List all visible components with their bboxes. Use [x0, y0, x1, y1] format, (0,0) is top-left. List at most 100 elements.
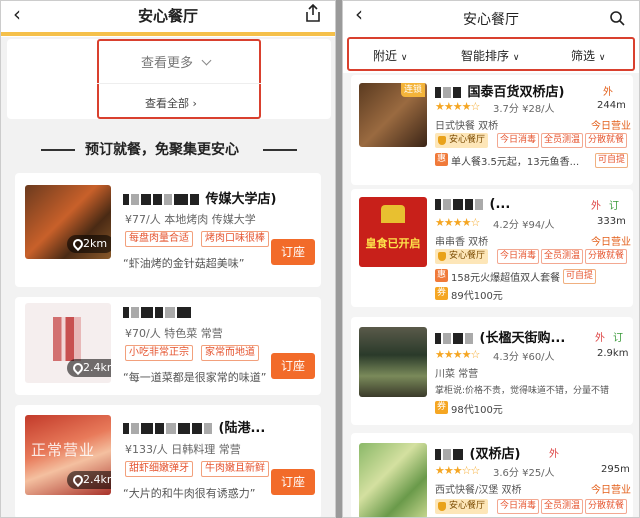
- rating-text: 4.3分 ¥60/人: [493, 352, 555, 363]
- share-icon[interactable]: [305, 3, 321, 26]
- restaurant-card[interactable]: 2km 传媒大学店) ¥77/人 本地烤肉 传媒大学 每盘肉量合适 烤肉口味很棒…: [15, 173, 321, 287]
- restaurant-photo: 皇食已开启: [359, 197, 427, 267]
- restaurant-meta: ¥70/人 特色菜 常营: [125, 327, 223, 340]
- view-more-button[interactable]: 查看更多: [141, 52, 212, 71]
- star-rating: ★★★★☆: [435, 216, 480, 229]
- chevron-down-icon: ∨: [512, 53, 520, 63]
- book-button[interactable]: 订座: [271, 469, 315, 495]
- restaurant-photo: 2.4km: [25, 303, 111, 383]
- restaurant-name: 国泰百货双桥店): [435, 81, 564, 100]
- takeout-tag: 外: [603, 87, 613, 98]
- chip: 今日消毒: [497, 499, 540, 514]
- chevron-down-icon: [201, 55, 212, 66]
- restaurant-name: (双桥店): [435, 443, 520, 462]
- photo-overlay-text: 皇食已开启: [365, 237, 421, 250]
- chip: 全员测温: [541, 499, 584, 514]
- view-all-label: 查看全部: [145, 97, 189, 110]
- discount-icon: 惠: [435, 153, 448, 166]
- safe-restaurant-badge: 安心餐厅: [435, 499, 489, 514]
- restaurant-card[interactable]: 正常营业 2.4km (陆港... ¥133/人 日韩料理 常营 甜虾细嫩弹牙 …: [15, 405, 321, 517]
- restaurant-name: [123, 305, 193, 320]
- book-button[interactable]: 订座: [271, 353, 315, 379]
- takeout-tag: 外: [549, 449, 559, 460]
- booking-tag: 订: [609, 201, 619, 212]
- booking-tag: 订: [613, 333, 623, 344]
- header-accent: [1, 32, 335, 36]
- review-quote: “虾油烤的金针菇超美味”: [123, 257, 245, 270]
- rating-text: 4.2分 ¥94/人: [493, 220, 555, 231]
- page-title: 安心餐厅: [463, 12, 519, 28]
- distance-badge: 2.4km: [67, 359, 111, 377]
- chip: 分散就餐: [585, 249, 628, 264]
- safe-restaurant-badge: 安心餐厅: [435, 249, 489, 264]
- filter-screen[interactable]: 筛选 ∨: [571, 47, 605, 64]
- open-status: 今日营业: [591, 121, 631, 132]
- restaurant-meta: ¥77/人 本地烤肉 传媒大学: [125, 213, 256, 226]
- chevron-down-icon: ∨: [598, 53, 606, 63]
- restaurant-photo: 2km: [25, 185, 111, 259]
- restaurant-name: (...: [435, 197, 510, 212]
- open-status: 今日营业: [591, 485, 631, 496]
- right-screen: ‹ 安心餐厅 附近 ∨ 智能排序 ∨ 筛选 ∨ 连锁 国泰百货双桥店) 外 ★★…: [342, 0, 640, 518]
- rating-text: 3.6分 ¥25/人: [493, 468, 555, 479]
- voucher-icon: 券: [435, 287, 448, 300]
- category: 串串香 双桥: [435, 237, 489, 248]
- offer-text: 单人餐3.5元起，13元鱼香...: [451, 157, 580, 168]
- distance: 295m: [601, 464, 630, 475]
- restaurant-photo: 连锁: [359, 83, 427, 147]
- review-quote: “大片的和牛肉很有诱惑力”: [123, 487, 256, 500]
- view-more-label: 查看更多: [141, 56, 194, 71]
- filter-nearby[interactable]: 附近 ∨: [373, 47, 407, 64]
- distance: 333m: [597, 216, 626, 227]
- left-screen: ‹ 安心餐厅 查看更多 查看全部 › 预订就餐，免聚集更安心 2km 传媒大学店…: [0, 0, 336, 518]
- restaurant-card[interactable]: 2.4km ¥70/人 特色菜 常营 小吃非常正宗 家常而地道 “每一道菜都是很…: [15, 297, 321, 395]
- voucher-text: 98代100元: [451, 405, 503, 416]
- distance-badge: 2.4km: [67, 471, 111, 489]
- review-quote: “每一道菜都是很家常的味道”: [123, 371, 267, 384]
- chip: 今日消毒: [497, 249, 540, 264]
- distance: 244m: [597, 100, 626, 111]
- restaurant-card[interactable]: 皇食已开启 (... 外 订 ★★★★☆ 4.2分 ¥94/人 333m 串串香…: [351, 189, 633, 307]
- chip: 全员测温: [541, 133, 584, 148]
- category: 日式快餐 双桥: [435, 121, 499, 132]
- voucher-text: 89代100元: [451, 291, 503, 302]
- restaurant-photo: [359, 327, 427, 397]
- chip: 分散就餐: [585, 499, 628, 514]
- divider: [97, 83, 261, 84]
- restaurant-card[interactable]: 连锁 国泰百货双桥店) 外 ★★★★☆ 3.7分 ¥28/人 244m 日式快餐…: [351, 75, 633, 185]
- promo-left-line: [41, 149, 75, 151]
- distance-badge: 2km: [67, 235, 111, 253]
- chip: 今日消毒: [497, 133, 540, 148]
- promo-right-line: [263, 149, 297, 151]
- review-tag: 小吃非常正宗: [125, 345, 193, 361]
- rating-text: 3.7分 ¥28/人: [493, 104, 555, 115]
- restaurant-photo: [359, 443, 427, 517]
- filter-sort[interactable]: 智能排序 ∨: [461, 47, 519, 64]
- crown-graphic: [381, 205, 405, 223]
- chip: 分散就餐: [585, 133, 628, 148]
- voucher-icon: 券: [435, 401, 448, 414]
- review-tag: 家常而地道: [201, 345, 259, 361]
- chain-badge: 连锁: [401, 83, 426, 97]
- restaurant-meta: ¥133/人 日韩料理 常营: [125, 443, 241, 456]
- photo-overlay-text: 正常营业: [31, 441, 96, 459]
- restaurant-card[interactable]: (长楹天街购... 外 订 ★★★★☆ 4.3分 ¥60/人 2.9km 川菜 …: [351, 317, 633, 425]
- star-rating: ★★★☆☆: [435, 464, 480, 477]
- promo-heading: 预订就餐，免聚集更安心: [85, 142, 239, 158]
- open-status: 今日营业: [591, 237, 631, 248]
- restaurant-card[interactable]: (双桥店) 外 ★★★☆☆ 3.6分 ¥25/人 295m 西式快餐/汉堡 双桥…: [351, 433, 633, 517]
- view-all-link[interactable]: 查看全部 ›: [145, 95, 197, 111]
- takeout-tag: 外: [595, 333, 605, 344]
- distance: 2.9km: [597, 348, 629, 359]
- restaurant-name: 传媒大学店): [123, 188, 276, 207]
- category: 西式快餐/汉堡 双桥: [435, 485, 522, 496]
- page-title: 安心餐厅: [137, 7, 198, 25]
- chevron-right-icon: ›: [192, 97, 197, 110]
- restaurant-name: (长楹天街购...: [435, 327, 565, 346]
- takeout-tag: 外: [591, 201, 601, 212]
- offer-text: 158元火爆超值双人套餐: [451, 273, 561, 284]
- restaurant-name: (陆港...: [123, 417, 265, 436]
- book-button[interactable]: 订座: [271, 239, 315, 265]
- safe-restaurant-badge: 安心餐厅: [435, 133, 489, 148]
- search-icon[interactable]: [609, 10, 625, 30]
